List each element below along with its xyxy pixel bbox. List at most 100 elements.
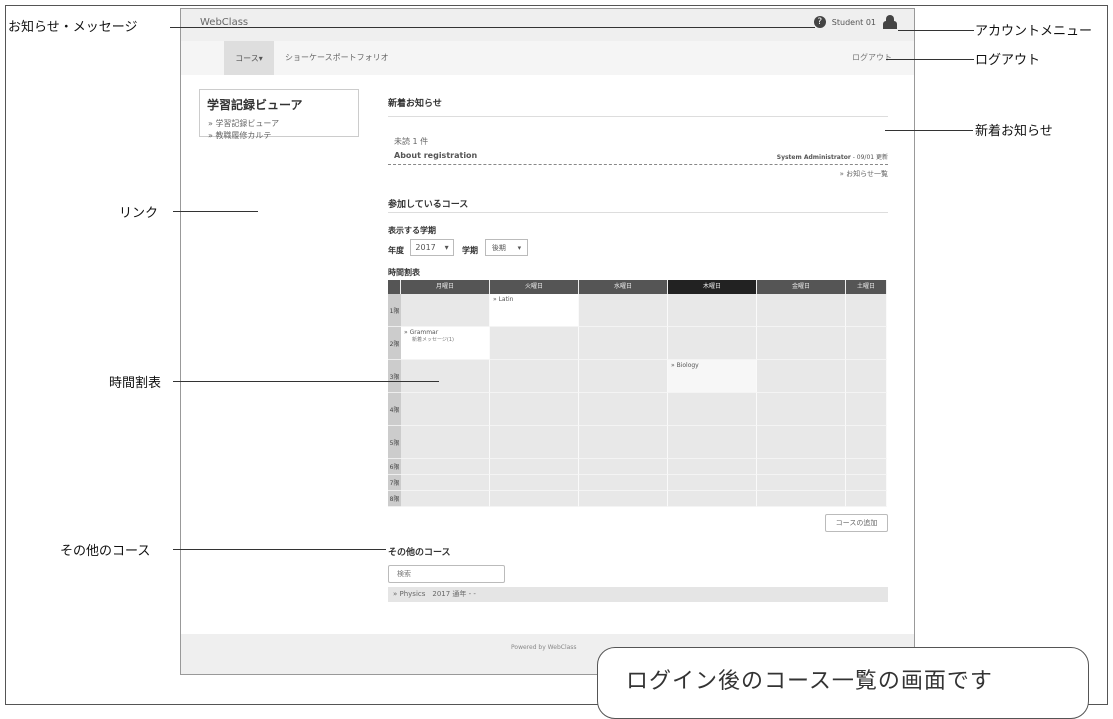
other-course-row[interactable]: » Physics 2017 通年 - - xyxy=(388,587,888,602)
timetable-cell xyxy=(757,360,846,393)
period-row: 6限 xyxy=(388,459,889,475)
period-label: 3限 xyxy=(388,360,401,393)
timetable-cell xyxy=(579,294,668,327)
annotation-new-notices: 新着お知らせ xyxy=(975,124,1053,139)
timetable-cell xyxy=(757,294,846,327)
chevron-down-icon: ▾ xyxy=(517,243,522,252)
main-content: 新着お知らせ 未読 1 件 About registration System … xyxy=(388,9,888,674)
courses-heading: 参加しているコース xyxy=(388,200,469,210)
sidebar-link-teaching-chart[interactable]: » 教職履修カルテ xyxy=(208,130,271,141)
period-row: 2限 » Grammar 新着メッセージ(1) xyxy=(388,327,889,360)
timetable-cell xyxy=(490,426,579,459)
timetable-cell xyxy=(757,475,846,491)
annotation-account-menu: アカウントメニュー xyxy=(975,24,1093,39)
divider xyxy=(388,116,888,117)
new-message-link[interactable]: 新着メッセージ(1) xyxy=(404,336,486,343)
timetable-cell xyxy=(401,360,490,393)
timetable-cell xyxy=(401,294,490,327)
period-row: 8限 xyxy=(388,491,889,507)
timetable-cell: » Biology xyxy=(668,360,757,393)
timetable-cell xyxy=(757,459,846,475)
term-heading: 表示する学期 xyxy=(388,226,436,235)
timetable-cell xyxy=(401,393,490,426)
period-label: 4限 xyxy=(388,393,401,426)
timetable-cell xyxy=(846,491,887,507)
sidebar-links: 学習記録ビューア » 学習記録ビューア » 教職履修カルテ xyxy=(199,89,359,140)
divider xyxy=(388,164,888,165)
period-label: 1限 xyxy=(388,294,401,327)
sidebar-link-learning-viewer[interactable]: » 学習記録ビューア xyxy=(208,118,279,129)
period-label: 7限 xyxy=(388,475,401,491)
nav-showcase-link[interactable]: ショーケースポートフォリオ xyxy=(285,52,389,63)
news-item-title[interactable]: About registration xyxy=(394,151,477,160)
term-select[interactable]: 後期 ▾ xyxy=(485,239,528,256)
annotation-other-courses: その他のコース xyxy=(60,544,151,559)
timetable-cell: » Latin xyxy=(490,294,579,327)
annotation-news-messages: お知らせ・メッセージ xyxy=(8,20,138,35)
timetable-cell xyxy=(668,475,757,491)
timetable: 月曜日 火曜日 水曜日 木曜日 金曜日 土曜日 1限 » Latin 2限 » … xyxy=(388,280,889,507)
timetable-cell xyxy=(579,327,668,360)
period-row: 1限 » Latin xyxy=(388,294,889,327)
timetable-cell xyxy=(490,327,579,360)
annotation-logout: ログアウト xyxy=(975,53,1041,68)
news-heading: 新着お知らせ xyxy=(388,99,442,109)
period-label: 8限 xyxy=(388,491,401,507)
timetable-cell: » Grammar 新着メッセージ(1) xyxy=(401,327,490,360)
leader-line xyxy=(898,30,974,31)
course-link-latin[interactable]: » Latin xyxy=(493,296,513,303)
timetable-cell xyxy=(490,393,579,426)
course-link-biology[interactable]: » Biology xyxy=(671,362,699,369)
caption-text: ログイン後のコース一覧の画面です xyxy=(626,669,993,694)
timetable-cell xyxy=(668,327,757,360)
leader-line xyxy=(885,130,973,131)
news-list-link[interactable]: » お知らせ一覧 xyxy=(840,169,888,179)
timetable-cell xyxy=(401,459,490,475)
year-label: 年度 xyxy=(388,246,404,255)
timetable-cell xyxy=(579,491,668,507)
leader-line xyxy=(173,381,439,382)
term-label: 学期 xyxy=(462,246,478,255)
news-item-meta: System Administrator - 09/01 更新 xyxy=(776,154,888,161)
period-label: 5限 xyxy=(388,426,401,459)
leader-line xyxy=(173,211,258,212)
year-select[interactable]: 2017 ▾ xyxy=(410,239,454,256)
timetable-cell xyxy=(579,393,668,426)
timetable-cell xyxy=(668,294,757,327)
chevron-down-icon: ▾ xyxy=(444,243,449,252)
timetable-cell xyxy=(846,459,887,475)
timetable-cell xyxy=(668,426,757,459)
add-course-button[interactable]: コースの追加 xyxy=(825,514,888,532)
annotation-timetable: 時間割表 xyxy=(109,376,162,391)
period-row: 3限 » Biology xyxy=(388,360,889,393)
period-row: 7限 xyxy=(388,475,889,491)
annotation-links: リンク xyxy=(119,206,159,221)
leader-line xyxy=(886,59,974,60)
timetable-heading: 時間割表 xyxy=(388,268,420,277)
timetable-cell xyxy=(490,475,579,491)
timetable-cell xyxy=(846,426,887,459)
period-label: 6限 xyxy=(388,459,401,475)
day-header: 木曜日 xyxy=(668,280,757,294)
timetable-cell xyxy=(757,327,846,360)
timetable-cell xyxy=(490,491,579,507)
period-row: 4限 xyxy=(388,393,889,426)
timetable-cell xyxy=(490,360,579,393)
timetable-cell xyxy=(757,491,846,507)
timetable-cell xyxy=(846,475,887,491)
timetable-cell xyxy=(757,393,846,426)
timetable-cell xyxy=(579,360,668,393)
course-link-grammar[interactable]: » Grammar xyxy=(404,329,486,336)
period-label: 2限 xyxy=(388,327,401,360)
footer-text: Powered by WebClass xyxy=(511,644,577,651)
timetable-corner xyxy=(388,280,401,294)
other-courses-heading: その他のコース xyxy=(388,548,451,558)
timetable-header: 月曜日 火曜日 水曜日 木曜日 金曜日 土曜日 xyxy=(388,280,889,294)
timetable-cell xyxy=(401,491,490,507)
nav-courses-tab[interactable]: コース▾ xyxy=(224,41,274,75)
timetable-cell xyxy=(846,327,887,360)
sidebar-title: 学習記録ビューア xyxy=(207,98,303,112)
search-input[interactable]: 検索 xyxy=(388,565,505,583)
timetable-cell xyxy=(846,360,887,393)
timetable-cell xyxy=(668,459,757,475)
